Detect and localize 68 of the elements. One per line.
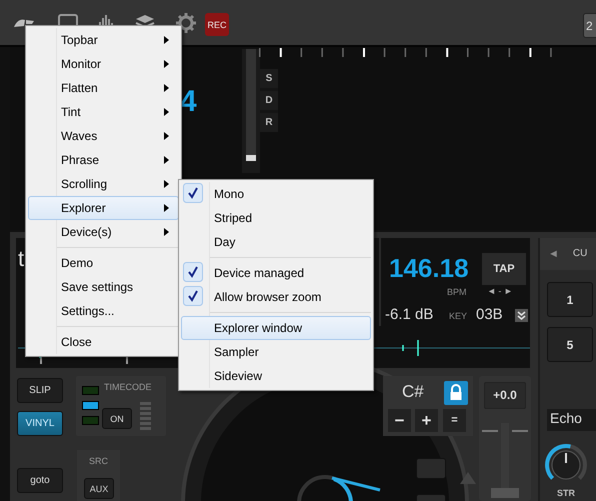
submenu-arrow-icon xyxy=(164,108,169,116)
menu-item[interactable]: Settings... xyxy=(28,299,179,323)
cue-pad[interactable]: 5 xyxy=(547,327,593,362)
track-title: t xyxy=(18,246,24,272)
tap-button[interactable]: TAP xyxy=(482,253,526,285)
menu-item[interactable]: Day xyxy=(181,230,371,254)
bpm-value: 146.18 xyxy=(389,253,469,284)
timecode-on-button[interactable]: ON xyxy=(102,408,132,429)
knob-label: STR xyxy=(557,488,575,498)
cue-label: CU xyxy=(572,248,588,261)
mode-button[interactable]: VINYL xyxy=(17,411,63,436)
submenu-arrow-icon xyxy=(164,84,169,92)
chevron-down-icon[interactable] xyxy=(515,309,528,322)
menu-item[interactable]: Explorer window xyxy=(181,316,371,340)
menu-item[interactable]: Device(s) xyxy=(28,220,179,244)
menu-item[interactable]: Save settings xyxy=(28,275,179,299)
menu-item[interactable]: Monitor xyxy=(28,52,179,76)
menu-item[interactable]: Explorer xyxy=(28,196,179,220)
key-value: 03B xyxy=(476,306,503,323)
key-adjust-button[interactable]: + xyxy=(415,409,438,432)
mode-button[interactable]: D xyxy=(260,91,278,110)
level-meter xyxy=(140,402,151,432)
lock-icon[interactable] xyxy=(444,381,468,405)
key-adjust-button[interactable]: = xyxy=(443,409,466,432)
nudge-control[interactable]: ◄ - ► xyxy=(487,286,513,296)
pitch-value: +0.0 xyxy=(484,382,526,409)
effect-selector[interactable]: Echo xyxy=(547,409,596,431)
menu-item[interactable]: Sideview xyxy=(181,364,371,388)
menu-item[interactable]: Device managed xyxy=(181,261,371,285)
submenu-arrow-icon xyxy=(164,180,169,188)
zoom-slider[interactable] xyxy=(242,49,260,173)
menu-item[interactable]: Demo xyxy=(28,251,179,275)
menu-item[interactable]: Tint xyxy=(28,100,179,124)
mode-button[interactable]: S xyxy=(260,69,278,88)
goto-button[interactable]: goto xyxy=(17,468,63,493)
submenu-arrow-icon xyxy=(164,60,169,68)
bpm-label: BPM xyxy=(447,287,467,297)
submenu-arrow-icon xyxy=(164,228,169,236)
pitch-key: C# xyxy=(402,382,424,402)
submenu-arrow-icon xyxy=(164,36,169,44)
submenu-arrow-icon xyxy=(164,132,169,140)
record-button[interactable]: REC xyxy=(205,13,229,36)
cue-pad[interactable]: 1 xyxy=(547,282,593,317)
menu-item[interactable]: Phrase xyxy=(28,148,179,172)
menu-item[interactable]: Close xyxy=(28,330,179,354)
gain-value: -6.1 dB xyxy=(385,306,434,323)
aux-button[interactable]: AUX xyxy=(84,478,114,499)
source-label: SRC xyxy=(89,456,108,466)
submenu-arrow-icon xyxy=(164,204,169,212)
menu-item[interactable]: Striped xyxy=(181,206,371,230)
menu-item[interactable]: Mono xyxy=(181,182,371,206)
key-label: KEY xyxy=(449,311,468,321)
menu-item[interactable]: Sampler xyxy=(181,340,371,364)
cue-arrow[interactable]: ◄ xyxy=(548,248,559,270)
mode-button[interactable]: SLIP xyxy=(17,378,63,403)
menu-item[interactable]: Topbar xyxy=(28,28,179,52)
menu-item[interactable]: Waves xyxy=(28,124,179,148)
mode-button[interactable]: R xyxy=(260,113,278,132)
time-digit: 4 xyxy=(180,85,197,119)
leaf-icon[interactable] xyxy=(14,18,34,28)
menu-item[interactable]: Allow browser zoom xyxy=(181,285,371,309)
settings-icon[interactable] xyxy=(176,13,196,33)
deck-button[interactable]: 2 xyxy=(583,13,596,38)
menu-item[interactable]: Flatten xyxy=(28,76,179,100)
timecode-label: TIMECODE xyxy=(104,382,152,392)
key-adjust-button[interactable]: − xyxy=(388,409,411,432)
submenu-arrow-icon xyxy=(164,156,169,164)
menu-item[interactable]: Scrolling xyxy=(28,172,179,196)
